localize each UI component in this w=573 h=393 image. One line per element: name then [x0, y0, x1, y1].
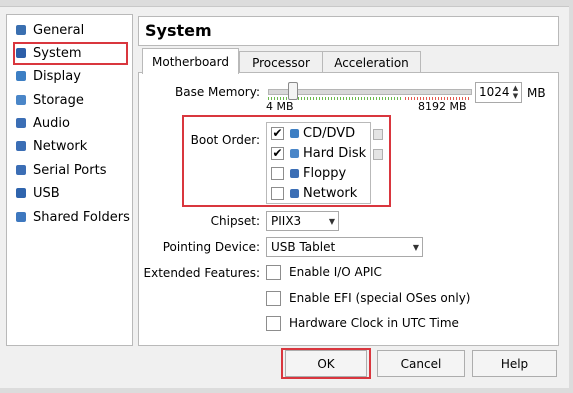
tab-motherboard[interactable]: Motherboard — [142, 48, 239, 74]
tab-processor[interactable]: Processor — [239, 51, 323, 73]
highlight-boot-order — [182, 115, 391, 207]
tab-label: Processor — [252, 55, 310, 70]
memory-max-label: 8192 MB — [418, 100, 467, 113]
chevron-down-icon: ▼ — [412, 242, 420, 252]
general-icon — [16, 25, 26, 35]
utc-clock-label: Hardware Clock in UTC Time — [289, 316, 459, 330]
cancel-button-label: Cancel — [400, 356, 442, 371]
efi-checkbox[interactable] — [266, 290, 281, 306]
sidebar-item-shared-folders[interactable]: Shared Folders — [7, 206, 132, 228]
base-memory-label: Base Memory: — [174, 85, 260, 99]
highlight-ok-button — [281, 348, 371, 379]
utc-clock-checkbox[interactable] — [266, 315, 281, 331]
sidebar-item-label: General — [33, 22, 85, 38]
tab-label: Acceleration — [334, 55, 409, 70]
sidebar-item-label: Network — [33, 138, 88, 154]
network-icon — [16, 141, 26, 151]
shared-folders-icon — [16, 212, 26, 222]
sidebar-item-label: USB — [33, 185, 60, 201]
utc-clock-option[interactable]: Hardware Clock in UTC Time — [266, 315, 459, 331]
sidebar-item-network[interactable]: Network — [7, 135, 132, 157]
sidebar-item-label: Shared Folders — [33, 209, 130, 225]
chipset-combo[interactable]: PIIX3 ▼ — [266, 211, 339, 231]
sidebar-item-usb[interactable]: USB — [7, 182, 132, 204]
sidebar-item-label: Storage — [33, 92, 84, 108]
tab-acceleration[interactable]: Acceleration — [322, 51, 421, 73]
window-frame-right — [569, 0, 573, 393]
sidebar-item-audio[interactable]: Audio — [7, 112, 132, 134]
efi-label: Enable EFI (special OSes only) — [289, 291, 471, 305]
serial-ports-icon — [16, 165, 26, 175]
extended-features-label: Extended Features: — [143, 266, 260, 280]
spin-arrows-icon[interactable]: ▲ ▼ — [511, 84, 520, 100]
page-title-box: System — [138, 16, 559, 46]
memory-unit: MB — [527, 86, 546, 100]
io-apic-label: Enable I/O APIC — [289, 265, 382, 279]
storage-icon — [16, 95, 26, 105]
sidebar-item-label: Audio — [33, 115, 70, 131]
base-memory-slider-track[interactable] — [268, 89, 472, 95]
pointing-device-combo[interactable]: USB Tablet ▼ — [266, 237, 423, 257]
usb-icon — [16, 188, 26, 198]
chevron-down-icon: ▼ — [328, 216, 336, 226]
sidebar-item-serial-ports[interactable]: Serial Ports — [7, 159, 132, 181]
sidebar-item-display[interactable]: Display — [7, 65, 132, 87]
help-button[interactable]: Help — [472, 350, 557, 377]
sidebar-item-label: Serial Ports — [33, 162, 107, 178]
base-memory-spinbox[interactable]: 1024 ▲ ▼ — [475, 82, 522, 103]
page-title: System — [145, 21, 212, 40]
pointing-device-value: USB Tablet — [271, 240, 336, 254]
io-apic-option[interactable]: Enable I/O APIC — [266, 264, 382, 280]
base-memory-value: 1024 — [479, 85, 510, 99]
window-frame-bottom — [0, 388, 573, 393]
chipset-value: PIIX3 — [271, 214, 302, 228]
sidebar-item-storage[interactable]: Storage — [7, 89, 132, 111]
display-icon — [16, 71, 26, 81]
base-memory-slider-handle[interactable] — [288, 82, 298, 100]
highlight-system-item — [13, 42, 128, 65]
window-frame-top — [0, 0, 573, 7]
memory-min-label: 4 MB — [266, 100, 294, 113]
cancel-button[interactable]: Cancel — [377, 350, 465, 377]
pointing-device-label: Pointing Device: — [162, 240, 260, 254]
efi-option[interactable]: Enable EFI (special OSes only) — [266, 290, 470, 306]
chipset-label: Chipset: — [210, 214, 260, 228]
help-button-label: Help — [500, 356, 529, 371]
tab-label: Motherboard — [152, 54, 229, 69]
sidebar-item-general[interactable]: General — [7, 19, 132, 41]
io-apic-checkbox[interactable] — [266, 264, 281, 280]
audio-icon — [16, 118, 26, 128]
sidebar-item-label: Display — [33, 68, 81, 84]
